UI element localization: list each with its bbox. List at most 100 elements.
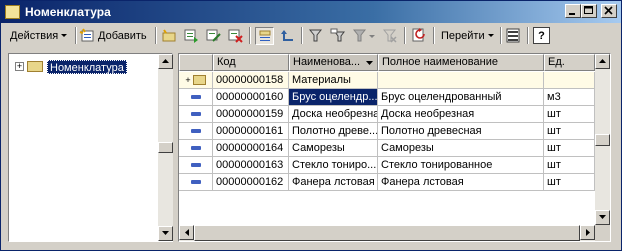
table-vertical-scrollbar[interactable] <box>595 54 610 225</box>
column-header-code[interactable]: Код <box>213 54 289 71</box>
toolbar-separator <box>433 27 435 44</box>
table-row[interactable]: 00000000159 Доска необрезная Доска необр… <box>179 106 595 123</box>
folder-icon <box>27 61 43 72</box>
table-header: Код Наименова... Полное наименование Ед. <box>179 54 595 72</box>
code-cell: 00000000162 <box>213 174 289 191</box>
chevron-down-icon[interactable] <box>369 35 375 39</box>
row-type-cell <box>179 174 213 191</box>
minimize-icon <box>569 13 575 15</box>
item-icon <box>190 163 201 167</box>
name-cell: Доска необрезная <box>289 106 378 123</box>
item-icon <box>190 180 201 184</box>
toolbar-separator <box>404 27 406 44</box>
window-app-icon <box>5 5 20 19</box>
table-row[interactable]: 00000000164 Саморезы Саморезы шт <box>179 140 595 157</box>
add-icon <box>79 28 94 42</box>
scrollbar-corner <box>595 225 610 241</box>
chevron-down-icon <box>599 215 606 219</box>
table-horizontal-scrollbar[interactable] <box>179 225 595 241</box>
full-name-cell: Стекло тонированное <box>378 157 544 174</box>
chevron-up-icon <box>162 59 169 63</box>
name-cell: Саморезы <box>289 140 378 157</box>
unit-cell: шт <box>544 106 595 123</box>
scroll-down-button[interactable] <box>595 210 610 225</box>
tree-expander[interactable]: + <box>15 62 24 71</box>
help-button[interactable]: ? <box>533 27 550 44</box>
group-tree[interactable]: + Номенклатура <box>8 53 173 242</box>
column-header-icon[interactable] <box>179 54 213 71</box>
tree-item-root[interactable]: + Номенклатура <box>15 59 127 74</box>
filter-history-icon[interactable] <box>352 28 368 43</box>
list-settings-icon[interactable] <box>505 28 521 43</box>
hierarchy-toggle-button[interactable] <box>255 27 274 45</box>
column-header-full-name[interactable]: Полное наименование <box>378 54 544 71</box>
minimize-button[interactable] <box>565 4 581 18</box>
window-title: Номенклатура <box>25 5 111 19</box>
scroll-down-button[interactable] <box>158 226 173 241</box>
code-cell: 00000000164 <box>213 140 289 157</box>
toolbar-separator <box>500 27 502 44</box>
filter-icon[interactable] <box>308 28 324 43</box>
add-group-icon[interactable] <box>161 28 177 43</box>
sort-descending-icon <box>366 61 373 65</box>
chevron-left-icon <box>184 229 189 236</box>
scroll-thumb[interactable] <box>158 142 173 153</box>
maximize-button[interactable] <box>581 4 597 18</box>
item-icon <box>190 129 201 133</box>
clear-filter-icon[interactable] <box>382 28 398 43</box>
scroll-up-button[interactable] <box>595 54 610 69</box>
goto-menu-button[interactable]: Перейти <box>438 26 495 45</box>
column-header-name-label: Наименова... <box>293 56 361 68</box>
scroll-right-button[interactable] <box>580 225 595 240</box>
code-cell: 00000000159 <box>213 106 289 123</box>
full-name-cell: Полотно древесная <box>378 123 544 140</box>
table-row[interactable]: 00000000162 Фанера лстовая Фанера лстова… <box>179 174 595 191</box>
code-cell: 00000000161 <box>213 123 289 140</box>
name-cell: Стекло тониро... <box>289 157 378 174</box>
name-cell: Полотно древе... <box>289 123 378 140</box>
scroll-up-button[interactable] <box>158 54 173 69</box>
full-name-cell: Доска необрезная <box>378 106 544 123</box>
row-type-cell <box>179 106 213 123</box>
level-up-icon[interactable] <box>280 28 296 43</box>
row-type-cell: + <box>179 72 213 89</box>
filter-by-value-icon[interactable] <box>330 28 346 43</box>
unit-cell <box>544 72 595 89</box>
toolbar-separator <box>75 27 77 44</box>
column-header-unit[interactable]: Ед. <box>544 54 595 71</box>
tree-vertical-scrollbar[interactable] <box>158 54 173 241</box>
copy-icon[interactable] <box>183 28 199 43</box>
column-header-name[interactable]: Наименова... <box>289 54 378 71</box>
toolbar-separator <box>155 27 157 44</box>
table-row[interactable]: + 00000000158 Материалы <box>179 72 595 89</box>
table-row[interactable]: 00000000160 Брус оцелендр... Брус оцелен… <box>179 89 595 106</box>
name-cell-active[interactable]: Брус оцелендр... <box>289 89 378 106</box>
close-button[interactable] <box>601 4 617 18</box>
nomenclature-window: Номенклатура Действия Добавить Перейти ?… <box>0 0 622 251</box>
scroll-left-button[interactable] <box>179 225 194 240</box>
scroll-thumb[interactable] <box>194 225 580 241</box>
actions-menu-button[interactable]: Действия <box>7 26 68 45</box>
title-bar[interactable]: Номенклатура <box>1 1 621 23</box>
unit-cell: м3 <box>544 89 595 106</box>
unit-cell: шт <box>544 140 595 157</box>
table-row[interactable]: 00000000163 Стекло тониро... Стекло тони… <box>179 157 595 174</box>
name-cell: Фанера лстовая <box>289 174 378 191</box>
maximize-icon <box>584 6 593 14</box>
table-row[interactable]: 00000000161 Полотно древе... Полотно дре… <box>179 123 595 140</box>
scroll-thumb[interactable] <box>595 134 610 146</box>
name-cell: Материалы <box>289 72 378 89</box>
edit-icon[interactable] <box>205 28 221 43</box>
refresh-icon[interactable] <box>411 28 427 43</box>
actions-label: Действия <box>10 29 59 42</box>
delete-mark-icon[interactable] <box>227 28 243 43</box>
chevron-down-icon <box>162 231 169 235</box>
nomenclature-table[interactable]: Код Наименова... Полное наименование Ед.… <box>178 53 611 242</box>
chevron-right-icon <box>585 229 590 236</box>
unit-cell: шт <box>544 123 595 140</box>
code-cell: 00000000158 <box>213 72 289 89</box>
add-button[interactable]: Добавить <box>79 26 150 45</box>
row-type-cell <box>179 89 213 106</box>
unit-cell: шт <box>544 157 595 174</box>
code-cell: 00000000163 <box>213 157 289 174</box>
